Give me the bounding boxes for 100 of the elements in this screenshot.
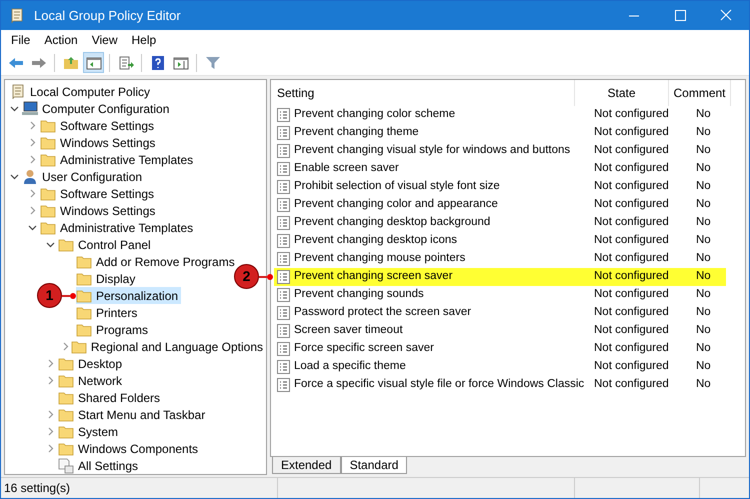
folder-icon [58, 390, 74, 404]
comment-cell-text: No [695, 305, 711, 320]
folder-icon [58, 442, 74, 456]
table-row[interactable]: Prohibit selection of visual style font size Not configured No [274, 178, 726, 196]
tree-pane-icon[interactable] [83, 52, 104, 73]
table-row[interactable]: Prevent changing sounds Not configured No [274, 286, 726, 304]
table-row[interactable]: Password protect the screen saver Not configured No [274, 304, 726, 322]
state-cell-text: Not configured [594, 107, 670, 122]
tree-item-label: Windows Settings [60, 202, 156, 220]
state-cell-text: Not configured [594, 341, 670, 356]
tree-item[interactable]: Network [58, 372, 126, 389]
comment-cell-text: No [695, 287, 711, 302]
tree-item[interactable]: System [58, 423, 122, 440]
tree-item-label: Shared Folders [78, 390, 160, 406]
folder-icon [76, 254, 92, 268]
folder-icon [40, 220, 56, 234]
menu-item[interactable]: Help [124, 31, 164, 49]
comment-cell-text: No [695, 107, 711, 122]
tree-item-label: All Settings [78, 458, 138, 474]
tree-item-label: Start Menu and Taskbar [78, 406, 206, 424]
tree-item[interactable]: Software Settings [40, 117, 158, 134]
view-tab[interactable]: Standard [340, 457, 408, 474]
status-text: 16 setting(s) [3, 480, 72, 497]
folder-icon [70, 340, 87, 354]
table-row[interactable]: Force specific screen saver Not configured No [274, 340, 726, 358]
table-row[interactable]: Prevent changing mouse pointers Not configured No [274, 250, 726, 268]
table-row[interactable]: Load a specific theme Not configured No [274, 358, 726, 376]
tree-item[interactable]: Desktop [58, 355, 126, 372]
setting-name: Prevent changing color and appearance [294, 197, 499, 212]
tree-item-label: Local Computer Policy [30, 84, 150, 100]
table-row[interactable]: Force a specific visual style file or force Windows Classic Not configured No [274, 376, 726, 394]
table-row[interactable]: Prevent changing desktop background Not configured No [274, 214, 726, 232]
policy-setting-icon [277, 252, 290, 266]
comment-cell-text: No [695, 377, 711, 392]
chevron-down-icon[interactable] [10, 104, 18, 113]
tree-item[interactable]: User Configuration [22, 168, 146, 185]
state-cell-text: Not configured [594, 359, 670, 374]
tree-item[interactable]: Programs [76, 321, 152, 338]
table-row[interactable]: Prevent changing desktop icons Not configured No [274, 232, 726, 250]
state-cell-text: Not configured [594, 323, 670, 338]
state-cell-text: Not configured [594, 125, 670, 140]
policy-setting-icon [277, 144, 290, 158]
tree-item[interactable]: Windows Components [58, 440, 202, 457]
setting-name: Prevent changing color scheme [294, 107, 456, 122]
folder-icon [76, 322, 92, 336]
table-row[interactable]: Prevent changing color scheme Not configured No [274, 106, 726, 124]
setting-name: Enable screen saver [294, 161, 400, 176]
tree-item[interactable]: Software Settings [40, 185, 158, 202]
table-row[interactable]: Prevent changing color and appearance Not configured No [274, 196, 726, 214]
tree-item-label: Regional and Language Options [90, 338, 263, 356]
folder-icon [58, 238, 74, 252]
column-header[interactable]: Comment [669, 80, 731, 106]
folder-icon [40, 186, 56, 200]
tree-item[interactable]: Administrative Templates [40, 151, 196, 168]
policy-setting-icon [277, 126, 290, 140]
table-row[interactable]: Screen saver timeout Not configured No [274, 322, 726, 340]
table-row[interactable]: Enable screen saver Not configured No [274, 160, 726, 178]
tree-item-label: Windows Settings [60, 134, 156, 152]
window-title: Local Group Policy Editor [34, 6, 181, 25]
tree-item[interactable]: Regional and Language Options [70, 338, 266, 355]
tree-item[interactable]: Local Computer Policy [6, 83, 154, 100]
comment-cell-text: No [695, 359, 711, 374]
tree-item[interactable]: All Settings [58, 457, 142, 474]
folder-icon [40, 152, 56, 166]
state-cell-text: Not configured [594, 215, 670, 230]
table-row[interactable]: Prevent changing theme Not configured No [274, 124, 726, 142]
policy-setting-icon [277, 378, 290, 392]
column-header[interactable]: Setting [271, 80, 575, 106]
tree-item[interactable]: Windows Settings [40, 202, 158, 219]
setting-name: Prevent changing mouse pointers [294, 251, 466, 266]
tree-item-label: System [78, 424, 118, 440]
tree-item[interactable]: Personalization [76, 287, 182, 304]
policy-setting-icon [277, 108, 290, 122]
folder-icon [40, 136, 56, 150]
tree-item[interactable]: Display [76, 270, 138, 287]
table-row[interactable]: Prevent changing visual style for windows and buttons Not configured No [274, 142, 726, 160]
menu-item[interactable]: File [4, 31, 38, 49]
callout-number: 1 [37, 283, 62, 308]
column-header[interactable]: State [575, 80, 669, 106]
tree-item[interactable]: Shared Folders [58, 389, 164, 406]
tree-item[interactable]: Start Menu and Taskbar [58, 406, 208, 423]
state-cell-text: Not configured [594, 269, 670, 284]
policy-setting-icon [277, 360, 290, 374]
tree-item[interactable]: Computer Configuration [22, 100, 172, 117]
tree-item[interactable]: Administrative Templates [40, 219, 196, 236]
tree-item[interactable]: Control Panel [58, 236, 154, 253]
policy-setting-icon [277, 270, 290, 284]
tree-item-label: Administrative Templates [60, 152, 194, 168]
table-row[interactable]: Prevent changing screen saver Not configured No [274, 268, 726, 286]
menu-item[interactable]: Action [37, 31, 85, 49]
computer-icon [22, 101, 38, 116]
tree-item-label: Add or Remove Programs [96, 254, 235, 270]
menu-item[interactable]: View [84, 31, 124, 49]
setting-name: Prohibit selection of visual style font size [294, 179, 501, 194]
tree-item[interactable]: Printers [76, 304, 140, 321]
policy-setting-icon [277, 324, 290, 338]
chevron-down-icon[interactable] [10, 172, 18, 181]
view-tab[interactable]: Extended [272, 457, 341, 474]
tree-item[interactable]: Windows Settings [40, 134, 158, 151]
setting-name: Screen saver timeout [294, 323, 404, 338]
